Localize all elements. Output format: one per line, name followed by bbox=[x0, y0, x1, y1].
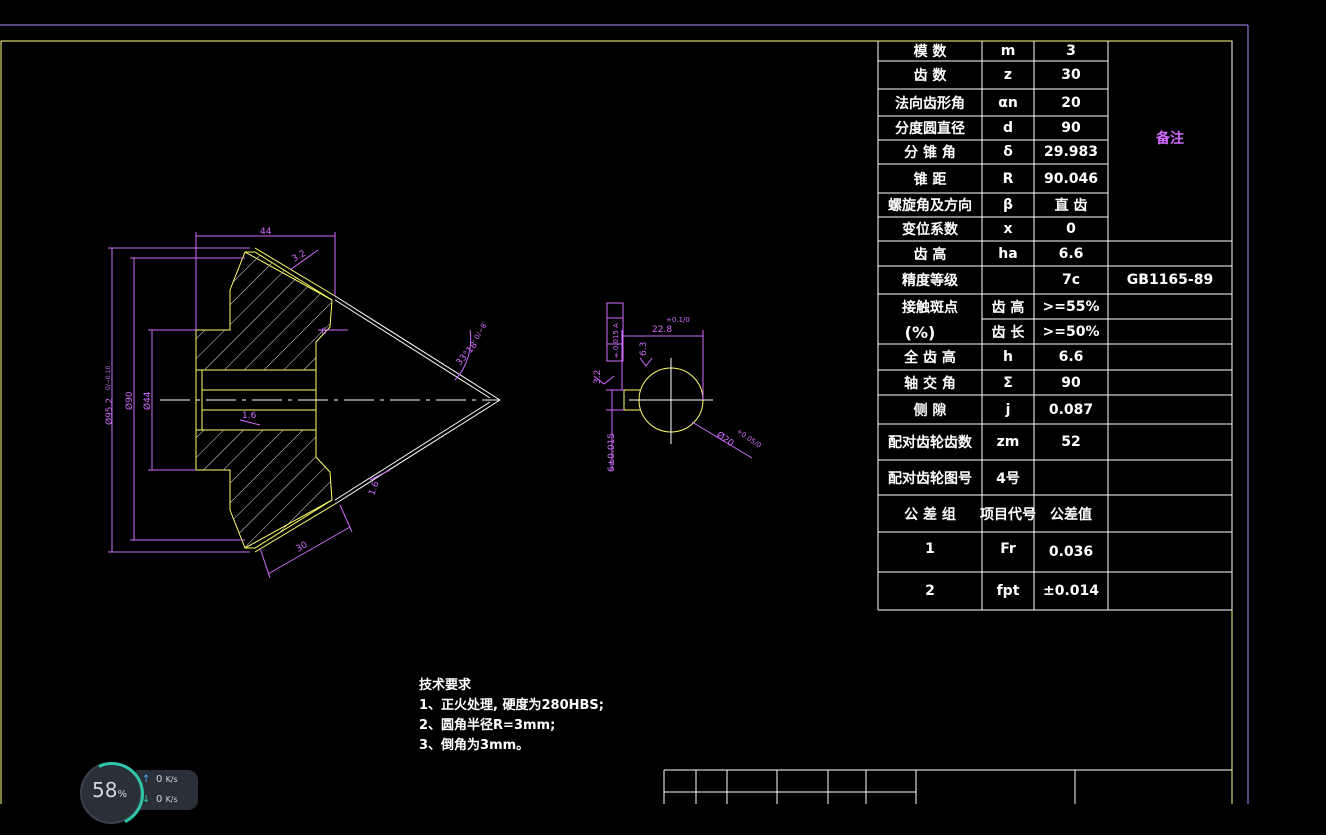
dim-kw228-tol: +0.1/0 bbox=[666, 316, 690, 324]
tech-requirements: 技术要求 1、正火处理, 硬度为280HBS; 2、圆角半径R=3mm; 3、倒… bbox=[419, 676, 604, 756]
param-name: 侧 隙 bbox=[913, 402, 947, 419]
param-symbol: R bbox=[1002, 170, 1014, 187]
dim-d63: 6.3 bbox=[639, 342, 649, 356]
param-name: 模 数 bbox=[913, 44, 947, 60]
param-symbol: zm bbox=[996, 434, 1020, 450]
dim-w6: 6±0.015 bbox=[607, 433, 617, 472]
param-value: >=50% bbox=[1042, 323, 1100, 340]
param-name: 齿 高 bbox=[913, 246, 947, 263]
dim-sym: ⌯ 0.015 A bbox=[612, 323, 620, 358]
param-value: 6.6 bbox=[1058, 245, 1084, 262]
net-speed-panel: ↑ 0 K/s ↓ 0 K/s bbox=[136, 770, 198, 810]
gear-hatch-upper bbox=[195, 251, 333, 371]
title-block bbox=[663, 769, 1232, 804]
dim-d16a: 1.6 bbox=[242, 411, 257, 421]
dim-dia952-tol: 0/−0.10 bbox=[105, 366, 112, 390]
dim-d30: 30 bbox=[295, 540, 310, 555]
gear-section-view: 44 3.2 6 30 1.6 1.6 33°18′ 0/−8′ Ø95.2 0… bbox=[104, 227, 501, 579]
param-symbol: h bbox=[1003, 349, 1013, 365]
param-symbol: m bbox=[1000, 43, 1016, 59]
upload-arrow-icon: ↑ bbox=[142, 774, 151, 785]
upload-speed: ↑ 0 K/s bbox=[142, 774, 178, 785]
param-value: 52 bbox=[1061, 434, 1081, 450]
param-symbol: β bbox=[1002, 197, 1014, 213]
param-symbol: d bbox=[1002, 120, 1014, 136]
tech-item: 3、倒角为3mm。 bbox=[419, 738, 530, 753]
param-symbol: Σ bbox=[1003, 374, 1013, 391]
param-name: 精度等级 bbox=[902, 273, 958, 289]
param-symbol: j bbox=[1005, 401, 1011, 418]
tech-item: 2、圆角半径R=3mm; bbox=[419, 718, 556, 733]
param-value: 7c bbox=[1061, 272, 1081, 288]
param-name: 分 锥 角 bbox=[904, 145, 956, 161]
param-symbol: δ bbox=[1003, 144, 1013, 160]
param-value: 直 齿 bbox=[1054, 198, 1088, 214]
download-unit: K/s bbox=[165, 795, 178, 804]
dim-dia44: Ø44 bbox=[142, 391, 153, 410]
dim-angle-tol: 0/−8′ bbox=[473, 320, 489, 341]
download-value: 0 bbox=[156, 794, 163, 805]
tech-title: 技术要求 bbox=[419, 678, 472, 693]
param-value: ±0.014 bbox=[1042, 583, 1099, 599]
param-name: 变位系数 bbox=[902, 222, 958, 238]
cpu-gauge[interactable]: 58% bbox=[70, 752, 154, 835]
dim-six: 6 bbox=[321, 327, 327, 337]
param-value: 0.036 bbox=[1048, 544, 1094, 560]
net-monitor-widget[interactable]: ↑ 0 K/s ↓ 0 K/s 58% bbox=[70, 752, 200, 835]
param-name: 分度圆直径 bbox=[895, 121, 965, 137]
upload-value: 0 bbox=[156, 774, 163, 785]
param-name: 接触斑点 bbox=[902, 300, 958, 316]
tech-item: 1、正火处理, 硬度为280HBS; bbox=[419, 698, 604, 713]
dim-len44: 44 bbox=[260, 227, 272, 237]
param-value: 29.983 bbox=[1043, 144, 1099, 160]
param-value: 3 bbox=[1066, 43, 1076, 59]
dim-dia90: Ø90 bbox=[124, 391, 135, 410]
cpu-value: 58% bbox=[92, 778, 127, 802]
param-value: 公差值 bbox=[1050, 506, 1092, 523]
param-symbol: fpt bbox=[996, 583, 1020, 599]
keyway-view: 22.8 +0.1/0 ⌯ 0.015 A 3.2 6.3 Ø20 +0.05/… bbox=[593, 302, 763, 472]
param-value: 90 bbox=[1061, 120, 1081, 136]
param-name: 配对齿轮图号 bbox=[888, 470, 972, 487]
param-symbol: 项目代号 bbox=[980, 506, 1036, 523]
param-name: 配对齿轮齿数 bbox=[888, 435, 972, 451]
param-symbol: x bbox=[1003, 221, 1013, 237]
param-symbol: Fr bbox=[1000, 541, 1016, 557]
param-name: 2 bbox=[925, 583, 935, 599]
param-name-unit: (%) bbox=[904, 322, 936, 342]
dim-d20-tol: +0.05/0 bbox=[735, 427, 763, 450]
param-name: 法向齿形角 bbox=[895, 95, 965, 112]
param-symbol: 齿 高 bbox=[991, 299, 1025, 316]
param-name: 轴 交 角 bbox=[904, 375, 956, 392]
param-value: 20 bbox=[1061, 94, 1081, 111]
param-name: 螺旋角及方向 bbox=[888, 198, 972, 214]
param-symbol: αn bbox=[998, 94, 1018, 111]
param-value: 90.046 bbox=[1043, 170, 1099, 187]
param-name: 齿 数 bbox=[913, 68, 947, 84]
param-symbol: z bbox=[1003, 67, 1013, 83]
param-value: 0 bbox=[1066, 221, 1076, 237]
param-symbol: 4号 bbox=[996, 470, 1020, 487]
param-name: 公 差 组 bbox=[904, 506, 956, 523]
param-name: 锥 距 bbox=[913, 171, 947, 188]
param-note: GB1165-89 bbox=[1126, 272, 1214, 288]
dim-kw228: 22.8 bbox=[652, 325, 672, 335]
param-value: 30 bbox=[1061, 67, 1081, 83]
upload-unit: K/s bbox=[165, 775, 178, 784]
param-name: 全 齿 高 bbox=[904, 350, 956, 366]
param-value: >=55% bbox=[1042, 298, 1100, 315]
dim-d32b: 3.2 bbox=[593, 370, 603, 384]
download-speed: ↓ 0 K/s bbox=[142, 794, 178, 805]
param-value: 6.6 bbox=[1058, 349, 1084, 365]
dim-dia952: Ø95.2 bbox=[104, 398, 115, 425]
param-symbol: ha bbox=[998, 245, 1018, 262]
dim-angle: 33°18′ bbox=[455, 339, 482, 368]
gear-hatch-lower bbox=[195, 429, 333, 549]
param-name: 1 bbox=[925, 541, 935, 557]
param-symbol: 齿 长 bbox=[991, 324, 1025, 341]
param-value: 0.087 bbox=[1048, 401, 1094, 418]
dim-d32: 3.2 bbox=[291, 249, 308, 265]
remark-label: 备注 bbox=[1156, 131, 1184, 147]
param-value: 90 bbox=[1061, 374, 1081, 391]
